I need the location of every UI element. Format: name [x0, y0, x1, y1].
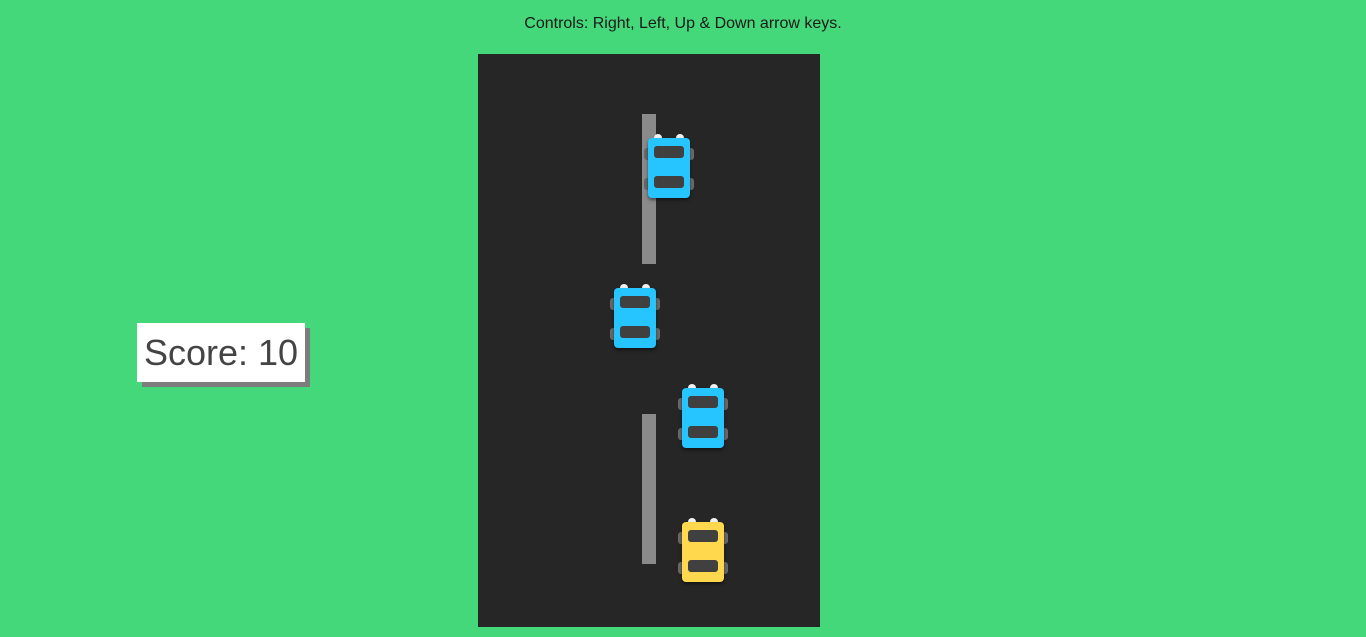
enemy-car [644, 134, 694, 200]
rear-window [688, 426, 718, 438]
windshield [620, 296, 650, 308]
windshield [654, 146, 684, 158]
game-road[interactable] [478, 54, 820, 627]
car-body [682, 388, 724, 448]
car-body [682, 522, 724, 582]
enemy-car [678, 384, 728, 450]
rear-window [654, 176, 684, 188]
enemy-car [610, 284, 660, 350]
rear-window [620, 326, 650, 338]
rear-window [688, 560, 718, 572]
player-car[interactable] [678, 518, 728, 584]
score-display: Score: 10 [137, 323, 305, 382]
car-body [648, 138, 690, 198]
lane-divider [642, 414, 656, 564]
windshield [688, 530, 718, 542]
game-page: Controls: Right, Left, Up & Down arrow k… [0, 0, 1366, 637]
controls-instructions: Controls: Right, Left, Up & Down arrow k… [524, 15, 842, 32]
windshield [688, 396, 718, 408]
car-body [614, 288, 656, 348]
